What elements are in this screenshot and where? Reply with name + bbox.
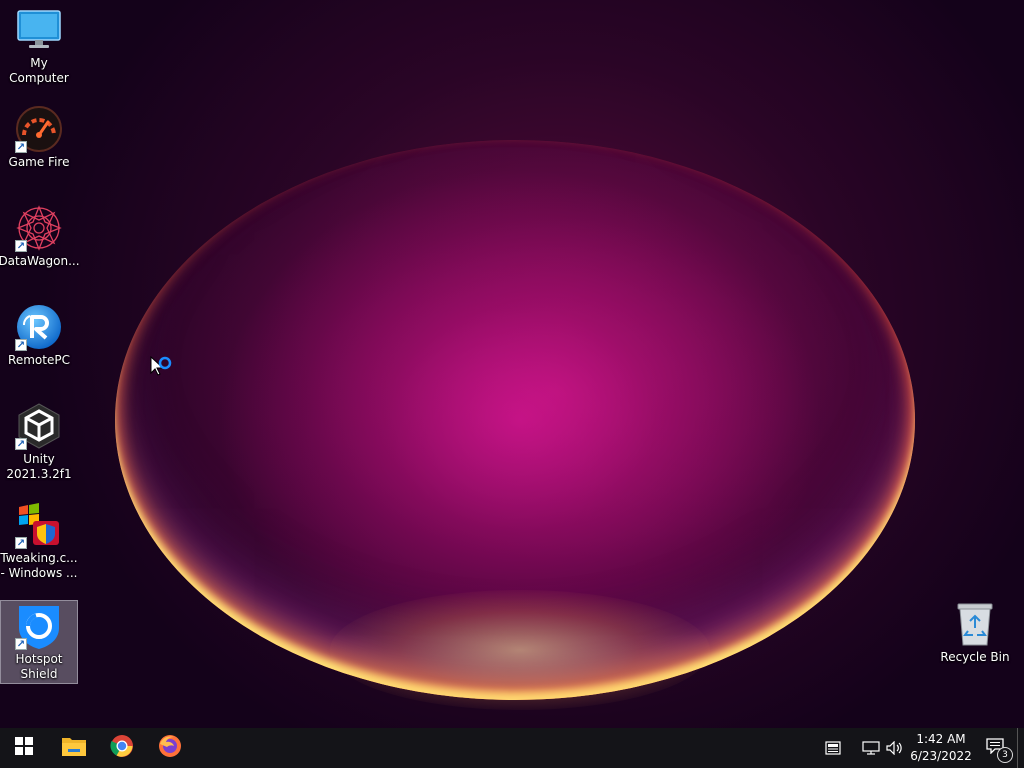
notification-count-badge: 3 [997, 747, 1013, 763]
chrome-icon [110, 734, 134, 762]
desktop-icon-label: Game Fire [8, 155, 70, 169]
desktop-icon-label: Hotspot Shield [15, 652, 63, 681]
desktop-icon-my-computer[interactable]: My Computer [0, 6, 78, 86]
shortcut-arrow-icon: ↗ [15, 537, 27, 549]
desktop-icon-game-fire[interactable]: ↗ Game Fire [0, 105, 78, 170]
taskbar-file-explorer[interactable] [50, 728, 98, 768]
action-center-button[interactable]: 3 [973, 728, 1017, 768]
wallpaper-glow [330, 590, 710, 710]
shortcut-arrow-icon: ↗ [15, 240, 27, 252]
desktop-icon-remotepc[interactable]: ↗ RemotePC [0, 303, 78, 368]
tray-news-icon[interactable] [821, 728, 845, 768]
start-button[interactable] [0, 728, 48, 768]
shortcut-arrow-icon: ↗ [15, 638, 27, 650]
mouse-cursor [150, 355, 176, 386]
shield-icon: ↗ [15, 602, 63, 650]
clock-time: 1:42 AM [916, 732, 966, 746]
desktop-icon-datawagon[interactable]: ↗ DataWagon... [0, 204, 80, 269]
clock-date: 6/23/2022 [910, 749, 972, 763]
unity-icon: ↗ [15, 402, 63, 450]
taskbar: 1:42 AM 6/23/2022 3 [0, 728, 1024, 768]
shortcut-arrow-icon: ↗ [15, 438, 27, 450]
taskbar-clock[interactable]: 1:42 AM 6/23/2022 [909, 731, 973, 765]
desktop-icon-label: DataWagon... [0, 254, 80, 268]
desktop-icon-label: My Computer [9, 56, 69, 85]
remotepc-icon: ↗ [15, 303, 63, 351]
mandala-icon: ↗ [15, 204, 63, 252]
folder-icon [61, 735, 87, 761]
network-icon[interactable] [859, 728, 883, 768]
firefox-icon [158, 734, 182, 762]
desktop-icon-hotspot-shield[interactable]: ↗ Hotspot Shield [0, 600, 78, 684]
desktop-icon-tweaking[interactable]: ↗ Tweaking.c... - Windows ... [0, 501, 78, 581]
desktop[interactable]: My Computer ↗ Game Fire ↗ DataWagon... ↗… [0, 0, 1024, 728]
desktop-icon-recycle-bin[interactable]: Recycle Bin [936, 600, 1014, 665]
volume-icon[interactable] [883, 728, 907, 768]
shortcut-arrow-icon: ↗ [15, 141, 27, 153]
show-desktop-button[interactable] [1017, 728, 1024, 768]
monitor-icon [15, 6, 63, 54]
system-tray: 1:42 AM 6/23/2022 3 [821, 728, 1024, 768]
desktop-icon-label: Unity 2021.3.2f1 [6, 452, 72, 481]
recycle-bin-icon [951, 600, 999, 648]
taskbar-firefox[interactable] [146, 728, 194, 768]
taskbar-google-chrome[interactable] [98, 728, 146, 768]
shortcut-arrow-icon: ↗ [15, 339, 27, 351]
desktop-icon-label: Tweaking.c... - Windows ... [0, 551, 78, 580]
desktop-icon-unity[interactable]: ↗ Unity 2021.3.2f1 [0, 402, 78, 482]
speedometer-icon: ↗ [15, 105, 63, 153]
windows-repair-icon: ↗ [15, 501, 63, 549]
desktop-icon-label: Recycle Bin [940, 650, 1010, 664]
desktop-icon-label: RemotePC [8, 353, 70, 367]
windows-logo-icon [15, 737, 33, 759]
